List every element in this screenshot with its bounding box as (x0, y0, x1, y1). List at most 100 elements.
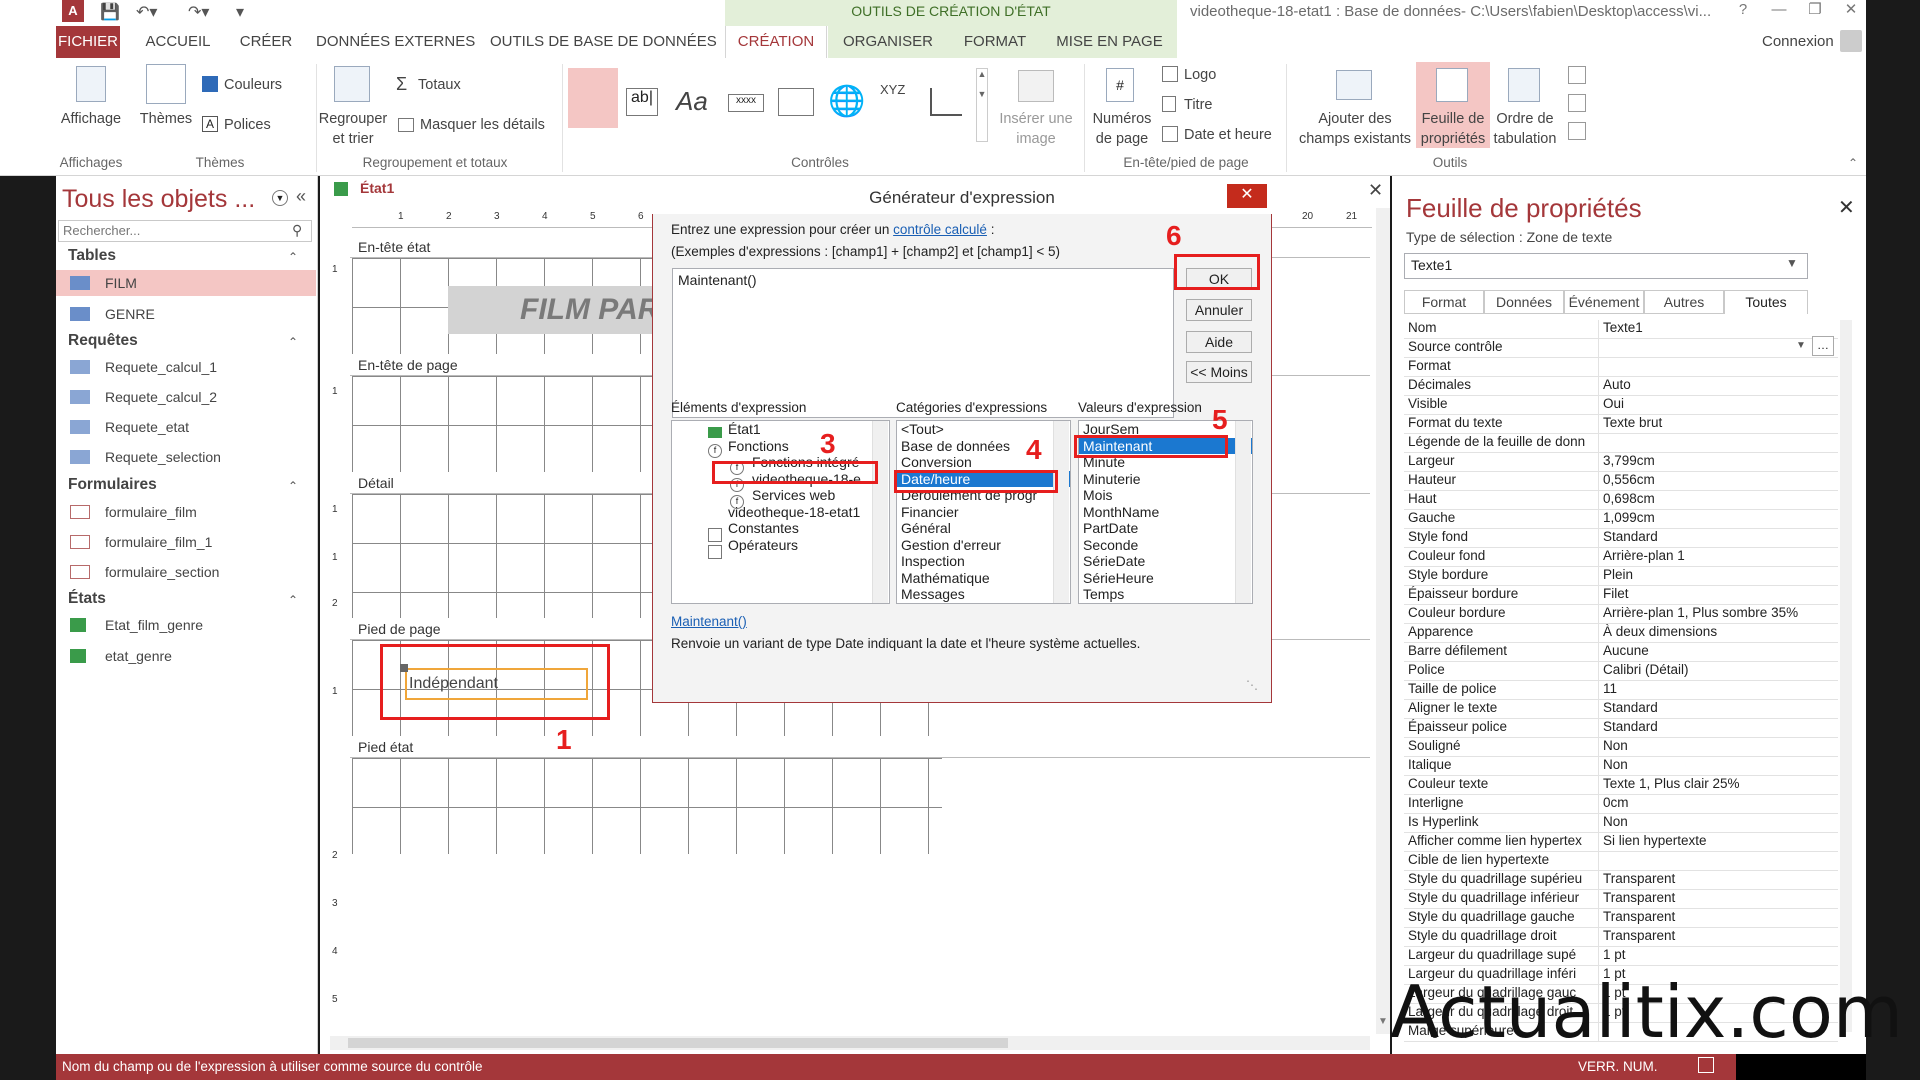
prop-tab-format[interactable]: Format (1404, 290, 1484, 314)
tab-organiser[interactable]: ORGANISER (828, 26, 948, 58)
property-value[interactable]: Transparent (1599, 928, 1838, 946)
numeros-label[interactable]: Numéros (1088, 110, 1156, 129)
page-number-icon[interactable]: # (1106, 68, 1134, 102)
et-trier-label[interactable]: et trier (318, 130, 388, 149)
themes-icon[interactable] (146, 64, 186, 104)
ajouter-label[interactable]: Ajouter des (1296, 110, 1414, 129)
property-row[interactable]: Couleur bordure Arrière-plan 1, Plus somb… (1404, 605, 1838, 624)
property-value[interactable]: Standard (1599, 700, 1838, 718)
controls-gallery-scroll[interactable]: ▲ ▼ (976, 68, 988, 142)
value-item[interactable]: MonthName (1079, 504, 1252, 521)
property-value[interactable]: Plein (1599, 567, 1838, 585)
value-item[interactable]: PartDate (1079, 520, 1252, 537)
restore-icon[interactable]: ❐ (1800, 0, 1830, 22)
property-value[interactable]: Standard (1599, 719, 1838, 737)
convert-macros-icon[interactable] (1568, 122, 1586, 140)
property-value[interactable] (1599, 434, 1838, 452)
category-item[interactable]: Conversion (897, 454, 1070, 471)
property-value[interactable]: Texte1 (1599, 320, 1838, 338)
tab-creation[interactable]: CRÉATION (725, 26, 827, 58)
nav-title[interactable]: Tous les objets ... (62, 185, 255, 214)
tabulation-label[interactable]: tabulation (1492, 130, 1558, 149)
property-row[interactable]: Épaisseur police Standard (1404, 719, 1838, 738)
property-value[interactable]: 0,556cm (1599, 472, 1838, 490)
tab-creer[interactable]: CRÉER (236, 26, 296, 58)
categories-scrollbar[interactable] (1053, 421, 1069, 603)
property-row[interactable]: Nom Texte1 (1404, 320, 1838, 339)
button-control-icon[interactable]: xxxx (728, 94, 764, 112)
nav-section-requetes[interactable]: Requêtes (68, 332, 138, 350)
section-grid[interactable] (352, 758, 942, 854)
tab-outils-bdd[interactable]: OUTILS DE BASE DE DONNÉES (490, 26, 717, 58)
property-row[interactable]: Barre défilement Aucune (1404, 643, 1838, 662)
line-control-icon[interactable] (930, 88, 962, 116)
nav-item-genre[interactable]: GENRE (56, 301, 316, 327)
property-row[interactable]: Afficher comme lien hypertex Si lien hype… (1404, 833, 1838, 852)
help-icon[interactable]: ? (1728, 0, 1758, 22)
tree-item[interactable]: Services web (672, 487, 889, 504)
expression-elements-list[interactable]: État1 Fonctions Fonctions intégré videot… (671, 420, 890, 604)
label-control-icon[interactable]: Aa (676, 86, 708, 117)
less-button[interactable]: << Moins (1186, 361, 1252, 383)
nav-item-query[interactable]: Requete_calcul_2 (56, 384, 316, 410)
view-icon[interactable] (76, 66, 106, 102)
nav-item-form[interactable]: formulaire_film (56, 499, 316, 525)
expression-categories-list[interactable]: <Tout> Base de données Conversion Date/h… (896, 420, 1071, 604)
chart-control-icon[interactable]: XYZ (880, 82, 916, 118)
nav-item-form[interactable]: formulaire_film_1 (56, 529, 316, 555)
user-avatar-icon[interactable] (1840, 30, 1862, 52)
property-row[interactable]: Largeur 3,799cm (1404, 453, 1838, 472)
property-row[interactable]: Format du texte Texte brut (1404, 415, 1838, 434)
add-fields-icon[interactable] (1336, 70, 1372, 100)
tab-format[interactable]: FORMAT (948, 26, 1042, 58)
property-value[interactable]: 0,698cm (1599, 491, 1838, 509)
tab-donnees-externes[interactable]: DONNÉES EXTERNES (316, 26, 475, 58)
property-row[interactable]: Style bordure Plein (1404, 567, 1838, 586)
property-row[interactable]: Aligner le texte Standard (1404, 700, 1838, 719)
category-item[interactable]: Mathématique (897, 570, 1070, 587)
titre-button[interactable]: Titre (1184, 96, 1212, 115)
property-value[interactable]: Arrière-plan 1 (1599, 548, 1838, 566)
property-value[interactable]: Non (1599, 757, 1838, 775)
textbox-control-icon[interactable]: ab| (626, 88, 658, 116)
chevron-down-icon[interactable]: ▼ (1796, 340, 1806, 351)
property-row[interactable]: Apparence À deux dimensions (1404, 624, 1838, 643)
property-value[interactable]: Oui (1599, 396, 1838, 414)
select-arrow-icon[interactable] (568, 68, 618, 128)
prop-tab-donnees[interactable]: Données (1484, 290, 1564, 314)
property-value[interactable]: Si lien hypertexte (1599, 833, 1838, 851)
property-row[interactable]: Taille de police 11 (1404, 681, 1838, 700)
tree-item[interactable]: Fonctions (672, 438, 889, 455)
cancel-button[interactable]: Annuler (1186, 299, 1252, 321)
property-value[interactable]: Calibri (Détail) (1599, 662, 1838, 680)
expression-input[interactable]: Maintenant() (672, 268, 1174, 418)
property-row[interactable]: Épaisseur bordure Filet (1404, 586, 1838, 605)
property-row[interactable]: Is Hyperlink Non (1404, 814, 1838, 833)
tree-item[interactable]: Opérateurs (672, 537, 889, 554)
property-value[interactable]: Texte brut (1599, 415, 1838, 433)
date-heure-button[interactable]: Date et heure (1184, 126, 1272, 145)
property-row[interactable]: Visible Oui (1404, 396, 1838, 415)
property-row[interactable]: Légende de la feuille de donn (1404, 434, 1838, 453)
property-row[interactable]: Couleur texte Texte 1, Plus clair 25% (1404, 776, 1838, 795)
section-grid[interactable] (352, 494, 652, 618)
property-row[interactable]: Décimales Auto (1404, 377, 1838, 396)
selection-dropdown[interactable]: Texte1 (1404, 253, 1808, 279)
property-value[interactable]: Filet (1599, 586, 1838, 604)
collapse-ribbon-icon[interactable]: ⌃ (1848, 156, 1858, 170)
value-item[interactable]: Seconde (1079, 537, 1252, 554)
prop-tab-autres[interactable]: Autres (1644, 290, 1724, 314)
property-value[interactable]: Transparent (1599, 890, 1838, 908)
category-item[interactable]: Base de données (897, 438, 1070, 455)
build-ellipsis-button[interactable]: … (1812, 336, 1834, 356)
close-icon[interactable]: ✕ (1838, 195, 1855, 220)
section-pied-etat[interactable]: Pied état (350, 736, 1370, 758)
prop-tab-toutes[interactable]: Toutes (1724, 290, 1808, 314)
value-item[interactable]: Mois (1079, 487, 1252, 504)
de-page-label[interactable]: de page (1088, 130, 1156, 149)
minimize-icon[interactable]: — (1764, 0, 1794, 22)
values-scrollbar[interactable] (1235, 421, 1251, 603)
close-document-icon[interactable]: ✕ (1368, 180, 1383, 201)
nav-item-film[interactable]: FILM (56, 270, 316, 296)
property-row[interactable]: Style du quadrillage inférieur Transparen… (1404, 890, 1838, 909)
